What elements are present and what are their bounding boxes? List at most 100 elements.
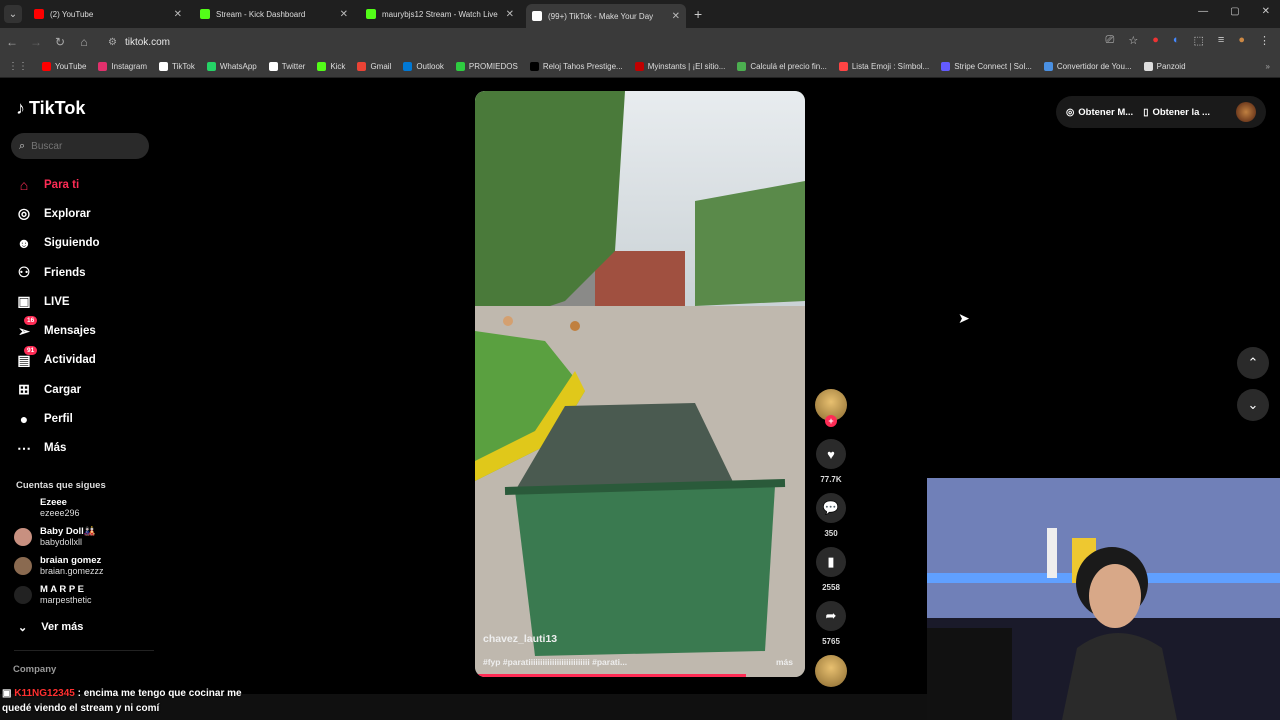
bookmark-13[interactable]: Stripe Connect | Sol...: [941, 62, 1032, 71]
follow-plus-icon[interactable]: +: [825, 415, 837, 427]
share-button[interactable]: ➦: [816, 601, 846, 631]
bookmark-1[interactable]: Instagram: [98, 62, 147, 71]
sidebar-item-label: Cargar: [44, 383, 82, 396]
tab-search-button[interactable]: ⌄: [4, 5, 22, 23]
address-bar: ← → ↻ ⌂ ⚙ tiktok.com ⎚ ☆ ● ◐ ⬚ ≡ ● ⋮: [0, 28, 1280, 56]
bookmark-6[interactable]: Gmail: [357, 62, 391, 71]
video-caption[interactable]: #fyp #paratiiiiiiiiiiiiiiiiiiiiiiiiii #p…: [483, 657, 743, 667]
following-account[interactable]: Baby Doll🎎 babydollxll: [14, 526, 96, 547]
caption-more-link[interactable]: más: [776, 657, 793, 667]
activity-icon: ▤: [17, 351, 31, 368]
menu-icon[interactable]: ⋮: [1259, 34, 1270, 47]
extensions-icon[interactable]: ⬚: [1194, 34, 1204, 47]
url-text: tiktok.com: [124, 36, 170, 48]
sidebar-item-4[interactable]: ▣ LIVE: [16, 287, 100, 316]
account-handle: babydollxll: [40, 537, 83, 547]
bookmark-0[interactable]: YouTube: [42, 62, 86, 71]
sidebar-item-3[interactable]: ⚇ Friends: [16, 258, 100, 287]
bookmark-9[interactable]: Reloj Tahos Prestige...: [529, 62, 623, 71]
bookmark-2[interactable]: TikTok: [159, 62, 195, 71]
more-icon: ⋯: [17, 439, 31, 456]
bookmark-star-icon[interactable]: ☆: [1128, 34, 1138, 47]
sidebar-item-9[interactable]: ⋯ Más: [16, 434, 100, 463]
sidebar-item-8[interactable]: ● Perfil: [16, 404, 100, 433]
share-icon: ➦: [825, 608, 837, 623]
tab-0[interactable]: (2) YouTube ✕: [28, 3, 188, 25]
sidebar-item-5[interactable]: ➢ Mensajes 16: [16, 316, 100, 345]
bookmark-14[interactable]: Convertidor de You...: [1043, 62, 1132, 71]
url-field[interactable]: ⚙ tiktok.com: [108, 37, 170, 48]
sidebar-item-label: Actividad: [44, 354, 96, 367]
get-coins-button[interactable]: ◎ Obtener M...: [1066, 107, 1133, 118]
bookmark-favicon-icon: [159, 62, 169, 71]
tab-2[interactable]: maurybjs12 Stream - Watch Live ✕: [360, 3, 520, 25]
video-player[interactable]: chavez_lauti13 #fyp #paratiiiiiiiiiiiiii…: [475, 91, 805, 677]
sidebar-item-2[interactable]: ☻ Siguiendo: [16, 229, 100, 258]
extension-red-icon[interactable]: ●: [1152, 34, 1159, 47]
forward-icon[interactable]: →: [24, 35, 48, 49]
see-more-button[interactable]: ⌄ Ver más: [18, 621, 83, 634]
apps-icon[interactable]: ⋮⋮: [8, 61, 28, 72]
bookmark-3[interactable]: WhatsApp: [206, 62, 257, 71]
back-icon[interactable]: ←: [0, 35, 24, 49]
bookmark-10[interactable]: Myinstants | ¡El sitio...: [634, 62, 725, 71]
bookmark-12[interactable]: Lista Emoji : Símbol...: [838, 62, 929, 71]
bookmark-favicon-icon: [98, 62, 108, 71]
bookmark-favicon-icon: [455, 62, 465, 71]
site-info-icon[interactable]: ⚙: [108, 37, 117, 48]
like-button[interactable]: ♥: [816, 439, 846, 469]
bookmark-11[interactable]: Calculá el precio fin...: [737, 62, 827, 71]
account-name: Baby Doll🎎: [40, 526, 96, 537]
maximize-icon[interactable]: ▢: [1230, 6, 1239, 17]
following-account[interactable]: braian gomez braian.gomezzz: [14, 555, 104, 576]
comment-button[interactable]: 💬: [816, 493, 846, 523]
creator-avatar[interactable]: +: [815, 389, 847, 427]
tab-1[interactable]: Stream - Kick Dashboard ✕: [194, 3, 354, 25]
company-link[interactable]: Company: [13, 664, 56, 675]
bookmark-label: TikTok: [172, 62, 195, 71]
user-avatar[interactable]: [1236, 102, 1256, 122]
sidebar-item-7[interactable]: ⊞ Cargar: [16, 375, 100, 404]
next-video-button[interactable]: ⌄: [1237, 389, 1269, 421]
following-account[interactable]: Ezeee ezeee296: [14, 497, 80, 518]
bookmark-favicon-icon: [268, 62, 278, 71]
get-app-button[interactable]: ▯ Obtener la ...: [1143, 107, 1210, 118]
search-box[interactable]: ⌕: [11, 133, 149, 159]
tab-3[interactable]: (99+) TikTok - Make Your Day ✕: [526, 4, 686, 28]
bookmark-7[interactable]: Outlook: [403, 62, 444, 71]
sidebar-item-0[interactable]: ⌂ Para ti: [16, 170, 100, 199]
bookmark-4[interactable]: Twitter: [268, 62, 305, 71]
video-progress-bar[interactable]: [475, 674, 746, 677]
save-button[interactable]: ▮: [816, 547, 846, 577]
minimize-icon[interactable]: —: [1198, 6, 1208, 17]
close-tab-icon[interactable]: ✕: [506, 9, 514, 20]
cast-icon[interactable]: ⎚: [1106, 34, 1115, 47]
bookmark-15[interactable]: Panzoid: [1143, 62, 1186, 71]
close-tab-icon[interactable]: ✕: [340, 9, 348, 20]
bookmark-5[interactable]: Kick: [317, 62, 345, 71]
phone-icon: ▯: [1143, 106, 1149, 118]
tiktok-logo[interactable]: ♪ TikTok: [16, 98, 85, 119]
chevron-down-icon: ⌄: [18, 622, 28, 634]
close-window-icon[interactable]: ✕: [1262, 6, 1270, 17]
reading-list-icon[interactable]: ≡: [1218, 34, 1224, 47]
previous-video-button[interactable]: ⌃: [1237, 347, 1269, 379]
close-tab-icon[interactable]: ✕: [672, 11, 680, 22]
account-handle: ezeee296: [40, 508, 80, 518]
sidebar-item-6[interactable]: ▤ Actividad 91: [16, 345, 100, 375]
reload-icon[interactable]: ↻: [48, 35, 72, 49]
video-username[interactable]: chavez_lauti13: [483, 633, 557, 645]
close-tab-icon[interactable]: ✕: [174, 9, 182, 20]
more-bookmarks-icon[interactable]: »: [1266, 62, 1270, 71]
notification-badge: 91: [24, 345, 38, 355]
profile-avatar-icon[interactable]: ●: [1238, 34, 1245, 47]
bookmark-8[interactable]: PROMIEDOS: [455, 62, 518, 71]
following-title: Cuentas que sigues: [16, 480, 106, 491]
sound-disc-icon[interactable]: [815, 655, 847, 687]
search-input[interactable]: [31, 140, 132, 152]
extension-blue-icon[interactable]: ◐: [1173, 34, 1180, 47]
home-browser-icon[interactable]: ⌂: [72, 35, 96, 49]
new-tab-button[interactable]: +: [694, 6, 702, 22]
sidebar-item-1[interactable]: ◎ Explorar: [16, 199, 100, 228]
following-account[interactable]: M A R P E marpesthetic: [14, 584, 92, 605]
